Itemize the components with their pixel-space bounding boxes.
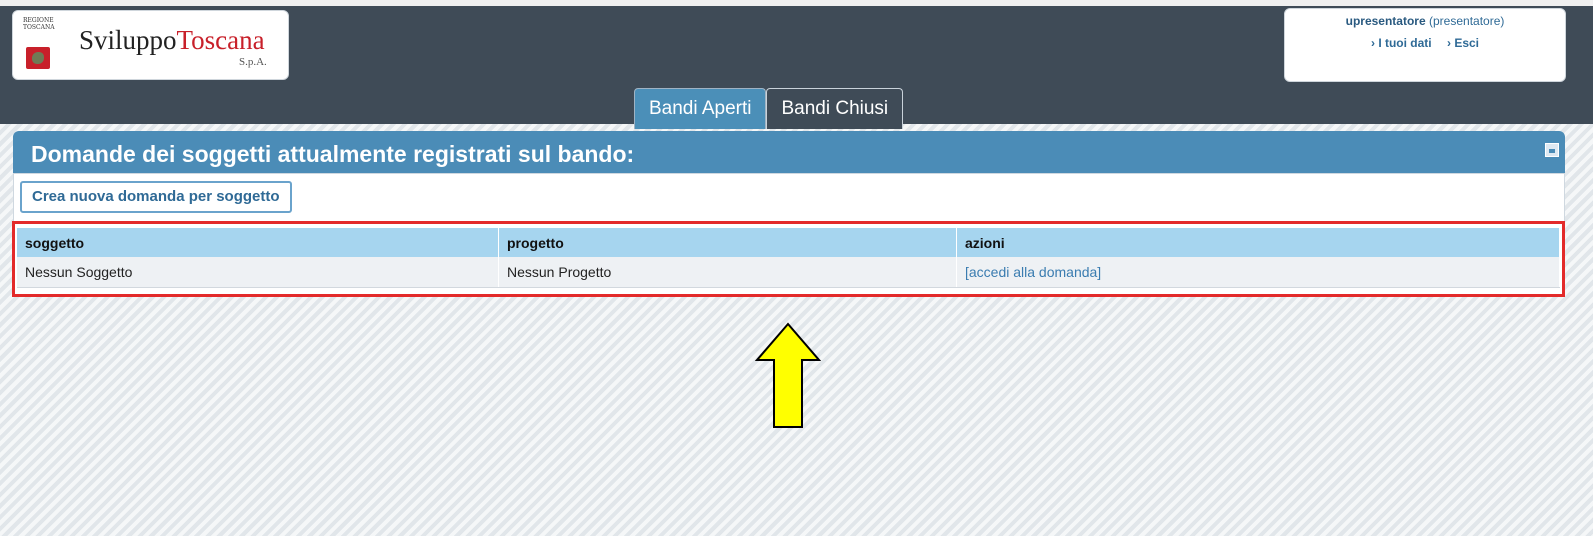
tab-bandi-chiusi[interactable]: Bandi Chiusi <box>766 88 904 129</box>
user-panel: upresentatore (presentatore) › I tuoi da… <box>1284 8 1566 82</box>
tab-bandi-aperti[interactable]: Bandi Aperti <box>634 88 767 129</box>
logo-name-main: Sviluppo <box>79 25 177 55</box>
logo-subtitle: S.p.A. <box>239 56 267 68</box>
user-role: (presentatore) <box>1429 14 1505 28</box>
panel-title: Domande dei soggetti attualmente registr… <box>13 131 1565 173</box>
region-emblem-icon <box>26 47 50 69</box>
logo-name: SviluppoToscana <box>79 25 265 56</box>
highlight-box <box>12 221 1565 297</box>
panel-title-text: Domande dei soggetti attualmente registr… <box>31 141 635 167</box>
user-info: upresentatore (presentatore) <box>1285 14 1565 28</box>
new-application-button[interactable]: Crea nuova domanda per soggetto <box>20 181 292 213</box>
logout-link[interactable]: › Esci <box>1447 36 1479 50</box>
logo[interactable]: REGIONE TOSCANA SviluppoToscana S.p.A. <box>12 10 289 80</box>
up-arrow-icon <box>755 322 821 428</box>
tab-bar: Bandi Aperti Bandi Chiusi <box>634 88 904 130</box>
username: upresentatore <box>1345 14 1426 28</box>
top-header: REGIONE TOSCANA SviluppoToscana S.p.A. u… <box>0 0 1593 129</box>
logo-name-accent: Toscana <box>176 25 265 55</box>
user-links: › I tuoi dati › Esci <box>1285 36 1565 50</box>
logo-region-text: REGIONE TOSCANA <box>23 17 55 31</box>
my-data-link[interactable]: › I tuoi dati <box>1371 36 1432 50</box>
collapse-panel-icon[interactable] <box>1545 143 1559 157</box>
